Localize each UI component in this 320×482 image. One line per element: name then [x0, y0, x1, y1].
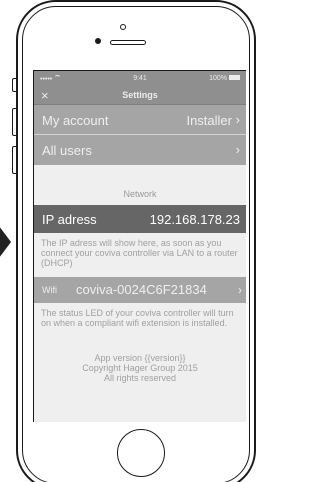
chevron-right-icon: ›	[235, 142, 240, 157]
network-section-title: Network	[123, 189, 157, 199]
my-account-label: My account	[42, 113, 109, 128]
ip-address-value: 192.168.178.23	[149, 212, 240, 227]
wifi-network-value: coviva-0024C6F21834	[76, 282, 207, 297]
left-arrow-icon	[0, 222, 11, 262]
ip-address-note: The IP adress will show here, as soon as…	[41, 238, 238, 268]
battery-indicator: 100%	[209, 75, 240, 82]
nav-bar: × Settings	[34, 87, 246, 105]
page-title: Settings	[122, 90, 158, 100]
app-version: App version {{version}}	[94, 353, 186, 363]
app-footer: App version {{version}} Copyright Hager …	[34, 345, 246, 383]
my-account-row[interactable]: My account Installer ›	[34, 105, 246, 135]
volume-down-button	[12, 146, 16, 174]
phone-screen: ••••• 9:41 100% × Settings My account In…	[33, 70, 246, 422]
chevron-right-icon: ›	[238, 283, 242, 297]
chevron-right-icon: ›	[235, 112, 240, 127]
speaker-grille	[110, 40, 146, 45]
ip-address-row: IP adress 192.168.178.23	[34, 205, 246, 233]
ip-address-label: IP adress	[42, 212, 97, 227]
copyright-text: Copyright Hager Group 2015	[82, 363, 198, 373]
volume-up-button	[12, 108, 16, 136]
wifi-row[interactable]: Wifi coviva-0024C6F21834 ›	[34, 277, 246, 303]
account-role-value: Installer	[186, 113, 232, 128]
wifi-note: The status LED of your coviva controller…	[41, 308, 234, 328]
home-button[interactable]	[117, 429, 165, 477]
status-bar: ••••• 9:41 100%	[34, 71, 246, 87]
battery-icon	[229, 75, 240, 80]
camera-icon	[95, 38, 101, 44]
all-users-label: All users	[42, 143, 92, 158]
sensor-icon	[120, 24, 126, 30]
all-users-row[interactable]: All users ›	[34, 135, 246, 165]
wifi-label: Wifi	[42, 285, 57, 295]
mute-switch	[12, 78, 16, 92]
rights-text: All rights reserved	[103, 373, 177, 383]
